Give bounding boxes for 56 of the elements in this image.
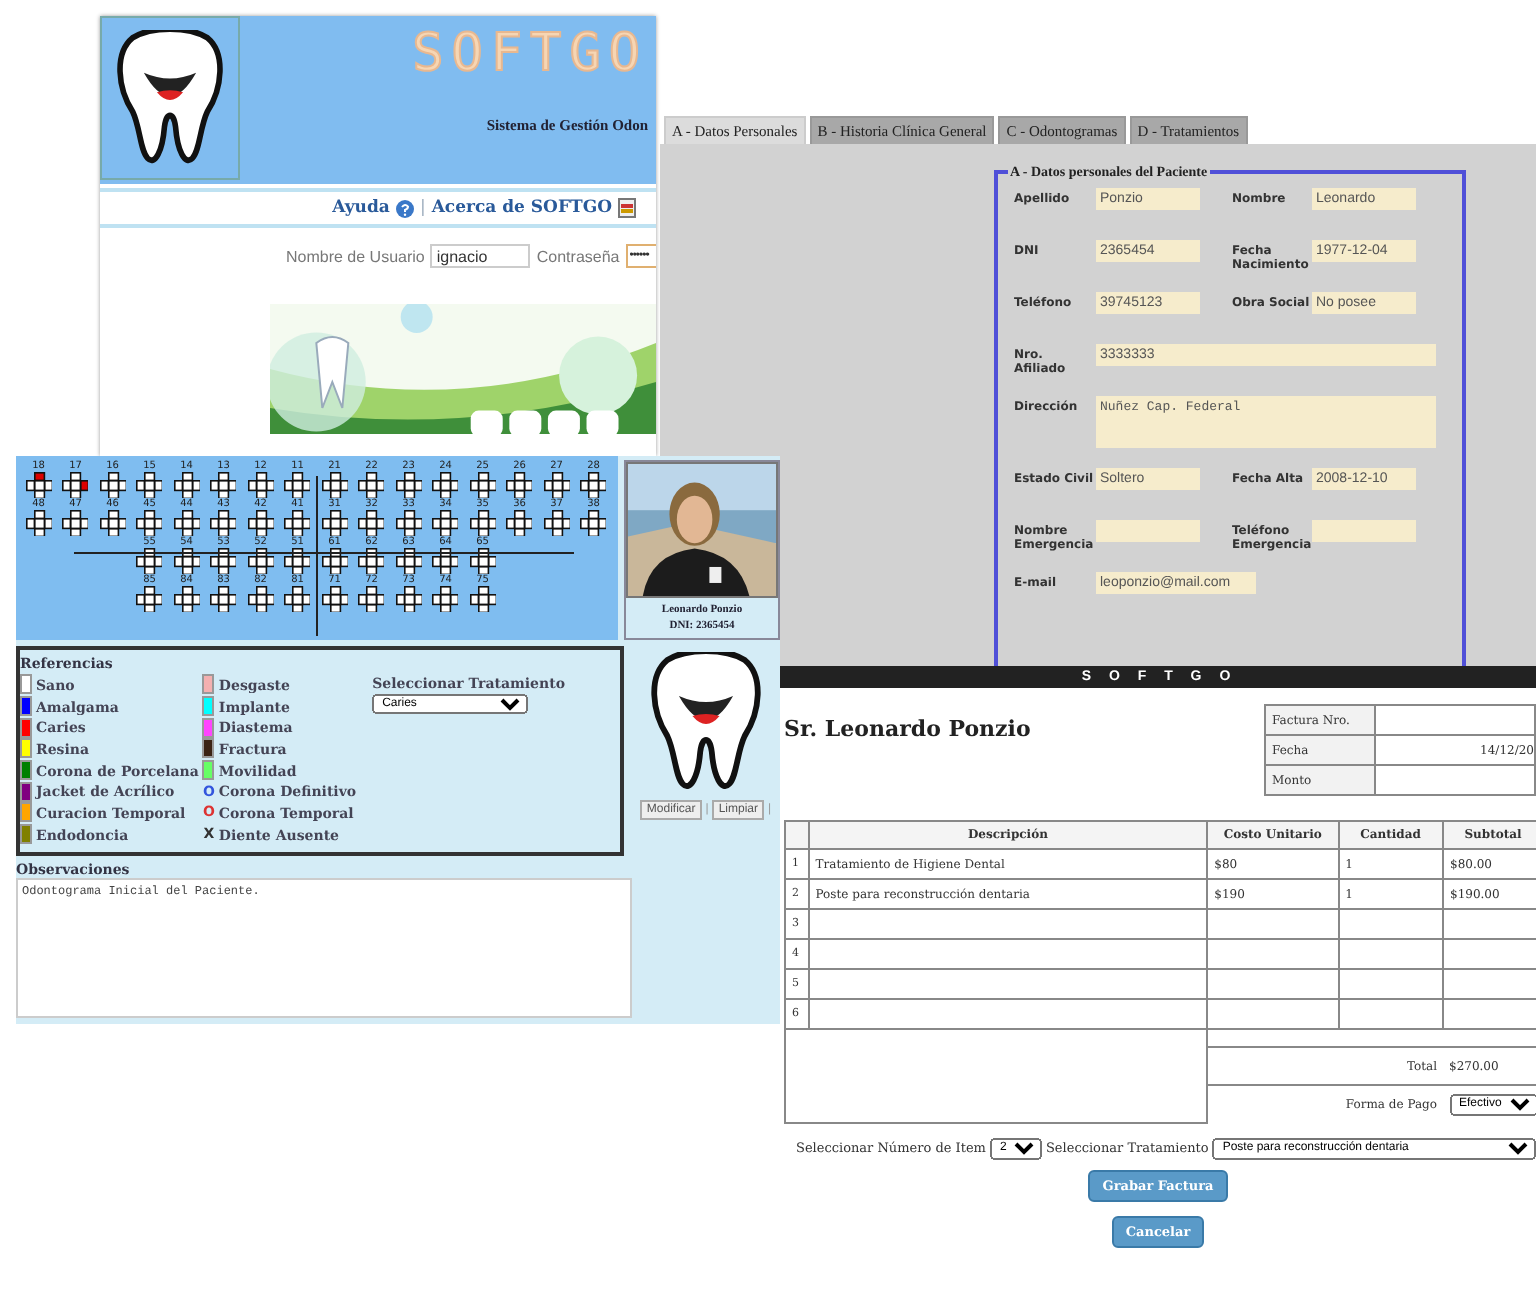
tooth-surfaces-icon[interactable] — [210, 510, 237, 536]
tooth-surfaces-icon[interactable] — [284, 472, 311, 498]
tooth-surfaces-icon[interactable] — [210, 586, 237, 612]
help-link[interactable]: Ayuda — [332, 198, 414, 218]
about-link[interactable]: Acerca de SOFTGO — [431, 198, 636, 218]
tooth-surfaces-icon[interactable] — [506, 510, 533, 536]
tooth-surfaces-icon[interactable] — [99, 472, 126, 498]
tooth-surfaces-icon[interactable] — [136, 586, 163, 612]
tooth-surfaces-icon[interactable] — [432, 586, 459, 612]
tooth-surfaces-icon[interactable] — [469, 510, 496, 536]
tooth-surfaces-icon[interactable] — [25, 472, 52, 498]
tooth-surfaces-icon[interactable] — [469, 586, 496, 612]
flag-icon — [618, 198, 636, 218]
text-field[interactable] — [1312, 520, 1416, 542]
tooth-surfaces-icon[interactable] — [395, 510, 422, 536]
tooth-surfaces-icon[interactable] — [284, 510, 311, 536]
tooth-surfaces-icon[interactable] — [25, 510, 52, 536]
tooth-surfaces-icon[interactable] — [136, 472, 163, 498]
tooth-surfaces-icon[interactable] — [321, 510, 348, 536]
app-title: SOFTGO — [412, 24, 648, 84]
password-label: Contraseña — [536, 247, 620, 265]
tooth-mascot-drawing — [114, 30, 226, 166]
tooth-surfaces-icon[interactable] — [432, 510, 459, 536]
tooth-surfaces-icon[interactable] — [432, 472, 459, 498]
tooth-surfaces-icon[interactable] — [358, 472, 385, 498]
tooth-surfaces-icon[interactable] — [173, 510, 200, 536]
tooth-surfaces-icon[interactable] — [247, 586, 274, 612]
username-label: Nombre de Usuario — [286, 247, 425, 265]
tooth-surfaces-icon[interactable] — [210, 472, 237, 498]
tooth-surfaces-icon[interactable] — [321, 472, 348, 498]
link-separator: | — [419, 198, 426, 218]
text-field[interactable] — [1096, 520, 1200, 542]
tooth-surfaces-icon[interactable] — [358, 586, 385, 612]
tooth-surfaces-icon[interactable] — [543, 510, 570, 536]
tooth-surfaces-icon[interactable] — [395, 472, 422, 498]
tooth-surfaces-icon[interactable] — [62, 510, 89, 536]
tooth-surfaces-icon[interactable] — [469, 472, 496, 498]
tooth-surfaces-icon[interactable] — [506, 472, 533, 498]
tooth-surfaces-icon[interactable] — [173, 472, 200, 498]
tooth-surfaces-icon[interactable] — [543, 472, 570, 498]
tooth-surfaces-icon[interactable] — [395, 586, 422, 612]
tooth-surfaces-icon[interactable] — [247, 510, 274, 536]
tooth-surfaces-icon[interactable] — [247, 472, 274, 498]
customer-name: Sr. Leonardo Ponzio — [784, 716, 1031, 746]
username-field[interactable]: ignacio — [430, 244, 531, 268]
tooth-surfaces-icon[interactable] — [173, 586, 200, 612]
tooth-surfaces-icon[interactable] — [321, 586, 348, 612]
tooth-surfaces-icon[interactable] — [62, 472, 89, 498]
tooth-surfaces-icon[interactable] — [358, 510, 385, 536]
tooth-mascot-drawing — [648, 652, 764, 792]
tooth-surfaces-icon[interactable] — [136, 510, 163, 536]
tooth-surfaces-icon[interactable] — [580, 472, 607, 498]
tooth-surfaces-icon[interactable] — [284, 586, 311, 612]
tooth-surfaces-icon[interactable] — [580, 510, 607, 536]
help-icon — [395, 199, 414, 217]
tooth-surfaces-icon[interactable] — [99, 510, 126, 536]
